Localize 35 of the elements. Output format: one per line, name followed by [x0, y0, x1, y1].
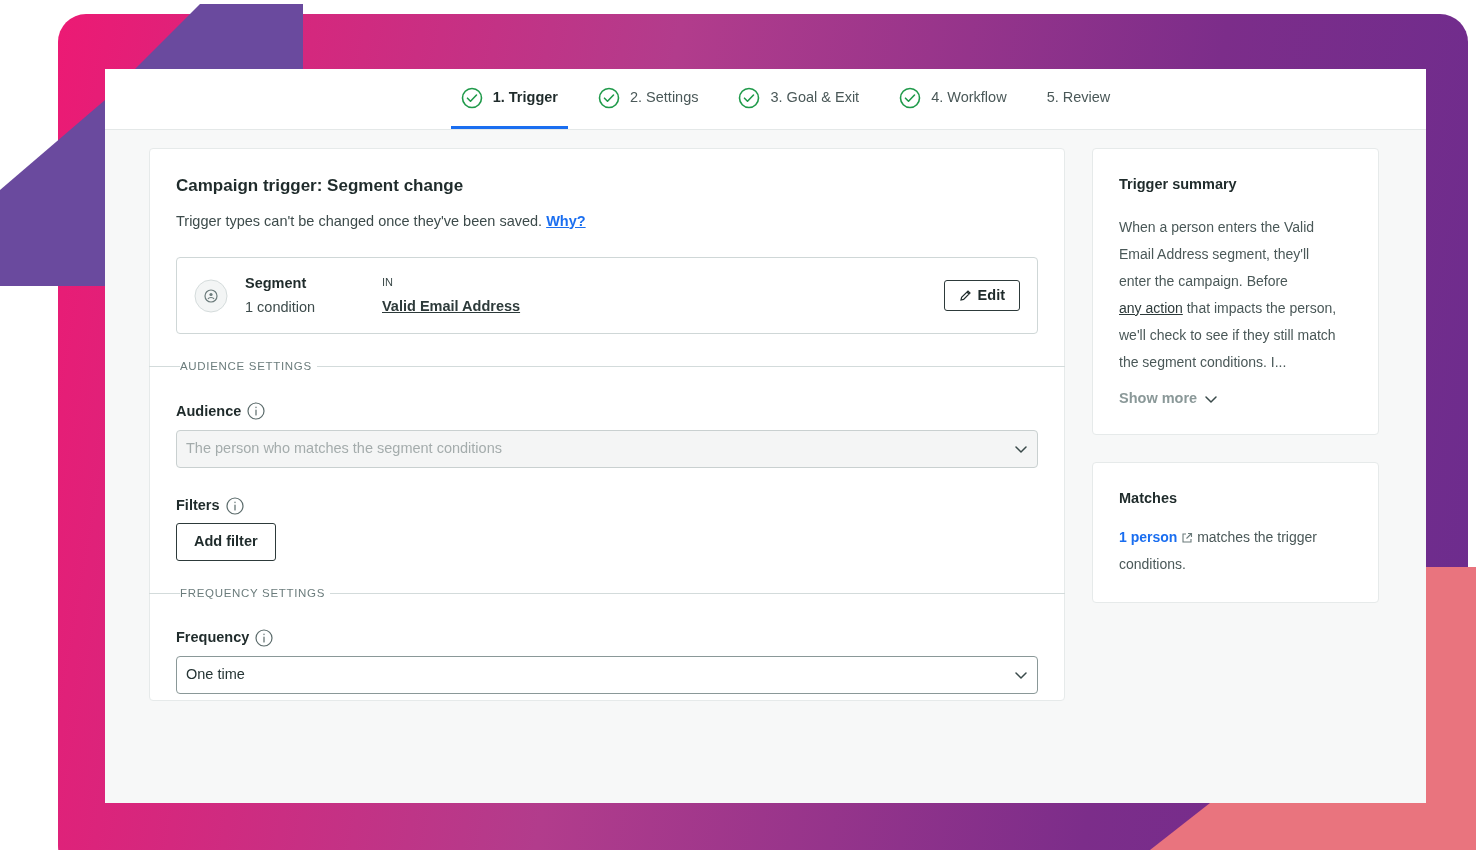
- field-label: Frequency: [176, 628, 250, 648]
- info-icon[interactable]: [225, 497, 244, 516]
- check-circle-icon: [460, 86, 483, 109]
- card-title: Campaign trigger: Segment change: [176, 175, 465, 197]
- action-link[interactable]: any action: [1119, 299, 1183, 316]
- pencil-icon: [958, 289, 972, 303]
- info-icon[interactable]: [247, 402, 266, 421]
- section-heading: AUDIENCE SETTINGS: [180, 359, 312, 375]
- step-tab[interactable]: 4. Workflow: [889, 69, 1017, 129]
- step-tab[interactable]: 3. Goal & Exit: [728, 69, 870, 129]
- summary-text: When a person enters the Valid Email Address segment, they'll enter the campaign. Before any action that impacts the person, we'll check to see if they still match the segment conditions. I...: [1119, 217, 1338, 372]
- step-tab[interactable]: 2. Settings: [587, 69, 709, 129]
- relation-label: IN: [382, 274, 394, 290]
- info-icon[interactable]: [255, 629, 274, 648]
- step-tab[interactable]: 1. Trigger: [450, 69, 568, 129]
- person-link[interactable]: 1 person: [1119, 528, 1178, 545]
- field-label: Filters: [176, 496, 220, 516]
- section-heading: FREQUENCY SETTINGS: [180, 586, 326, 601]
- note-text: Trigger types can't be changed once they've been saved.: [176, 212, 543, 229]
- card-title: Matches: [1119, 489, 1179, 508]
- field-label: Audience: [176, 401, 242, 421]
- check-circle-icon: [899, 86, 922, 109]
- why-link[interactable]: Why?: [546, 212, 586, 229]
- check-circle-icon: [597, 86, 620, 109]
- external-link-icon: [1181, 532, 1194, 545]
- step-tab[interactable]: 5. Review: [1036, 69, 1121, 129]
- check-circle-icon: [738, 86, 761, 109]
- matches-text: 1 person matches the trigger conditions.: [1119, 527, 1318, 574]
- edit-button[interactable]: Edit: [943, 280, 1020, 312]
- segment-link[interactable]: Valid Email Address: [382, 296, 521, 318]
- condition-count: 1 condition: [245, 298, 317, 318]
- segment-label: Segment: [245, 273, 308, 293]
- card-title: Trigger summary: [1119, 175, 1238, 194]
- add-filter-button[interactable]: Add filter: [176, 523, 276, 561]
- select-field[interactable]: One time: [176, 656, 1038, 694]
